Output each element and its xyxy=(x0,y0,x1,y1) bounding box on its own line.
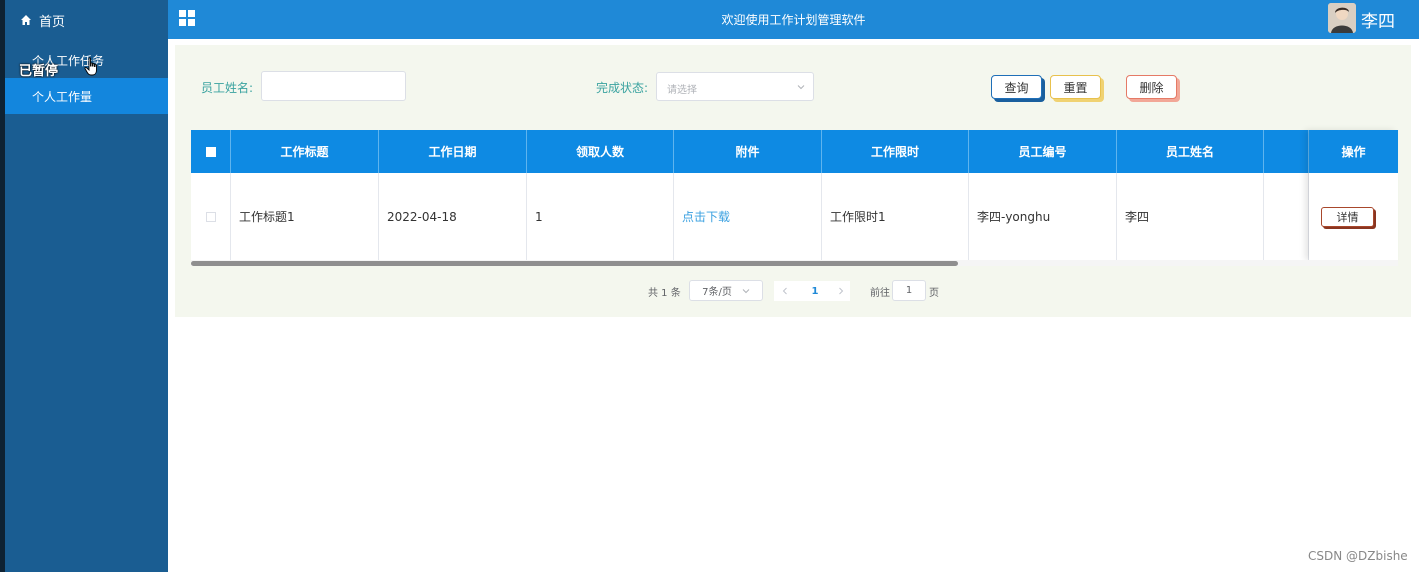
column-header[interactable] xyxy=(1264,130,1309,173)
current-page-button[interactable]: 1 xyxy=(807,281,823,301)
app-title: 欢迎使用工作计划管理软件 xyxy=(721,13,866,27)
goto-label: 前往 xyxy=(870,288,890,299)
table-cell: 2022-04-18 xyxy=(379,173,527,260)
employee-name-input[interactable] xyxy=(261,71,406,101)
sidebar-item-personal-workload[interactable]: 个人工作量 xyxy=(5,78,168,114)
table-cell: 工作标题1 xyxy=(231,173,379,260)
select-all-cell[interactable] xyxy=(191,130,231,173)
avatar[interactable] xyxy=(1328,3,1356,33)
horizontal-scrollbar-thumb[interactable] xyxy=(191,261,958,266)
table-header: 工作标题 工作日期 领取人数 附件 工作限时 员工编号 员工姓名 xyxy=(191,130,1398,173)
query-button[interactable]: 查询 xyxy=(991,75,1042,99)
column-header-actions: 操作 xyxy=(1309,130,1398,173)
top-bar: 欢迎使用工作计划管理软件 李四 xyxy=(168,0,1419,39)
home-icon xyxy=(21,15,31,25)
paused-overlay: 已暂停 xyxy=(19,64,59,79)
attachment-cell: 点击下载 xyxy=(674,173,822,260)
row-select-cell[interactable] xyxy=(191,173,231,260)
column-header[interactable]: 员工姓名 xyxy=(1117,130,1264,173)
column-header[interactable]: 员工编号 xyxy=(969,130,1117,173)
chevron-down-icon xyxy=(797,85,805,90)
page-size-select[interactable]: 7条/页 xyxy=(689,280,763,301)
fixed-action-column: 操作 详情 xyxy=(1309,130,1398,260)
table-cell xyxy=(1264,173,1309,260)
page-suffix: 页 xyxy=(929,288,939,299)
row-checkbox[interactable] xyxy=(205,211,216,222)
sidebar: 首页 个人工作任务 个人工作量 xyxy=(5,0,168,572)
detail-button[interactable]: 详情 xyxy=(1321,207,1374,227)
sidebar-item-label: 个人工作量 xyxy=(32,89,93,104)
delete-button[interactable]: 删除 xyxy=(1126,75,1177,99)
table-cell: 李四 xyxy=(1117,173,1264,260)
column-header[interactable]: 附件 xyxy=(674,130,822,173)
prev-page-icon[interactable] xyxy=(781,287,789,295)
column-header[interactable]: 领取人数 xyxy=(527,130,674,173)
column-header[interactable]: 工作限时 xyxy=(822,130,969,173)
next-page-icon[interactable] xyxy=(837,287,845,295)
user-name[interactable]: 李四 xyxy=(1361,7,1395,32)
sidebar-home-label: 首页 xyxy=(39,14,66,30)
page-size-value: 7条/页 xyxy=(702,287,732,298)
table-cell: 工作限时1 xyxy=(822,173,969,260)
column-header[interactable]: 工作日期 xyxy=(379,130,527,173)
hand-cursor-icon xyxy=(84,57,97,76)
watermark: CSDN @DZbishe xyxy=(1308,549,1408,563)
status-select[interactable]: 请选择 xyxy=(656,72,814,101)
select-all-checkbox[interactable] xyxy=(205,146,216,157)
table-cell: 李四-yonghu xyxy=(969,173,1117,260)
sidebar-item-home[interactable]: 首页 xyxy=(5,0,168,40)
action-cell: 详情 xyxy=(1309,173,1398,260)
app-root: 首页 个人工作任务 个人工作量 已暂停 欢迎使用工作计划管理软件 李四 员工姓名… xyxy=(0,0,1419,572)
table-cell: 1 xyxy=(527,173,674,260)
data-table: 工作标题 工作日期 领取人数 附件 工作限时 员工编号 员工姓名 工作标题1 2… xyxy=(191,130,1398,266)
download-link[interactable]: 点击下载 xyxy=(682,208,730,225)
main-panel: 员工姓名: 完成状态: 请选择 查询 重置 删除 工作标题 工作日期 领取人数 … xyxy=(175,45,1411,317)
employee-name-label: 员工姓名: xyxy=(201,81,254,95)
user-avatar-icon xyxy=(1328,3,1356,33)
goto-page-input[interactable]: 1 xyxy=(892,280,926,301)
column-header[interactable]: 工作标题 xyxy=(231,130,379,173)
status-label: 完成状态: xyxy=(596,81,649,95)
pagination-total: 共 1 条 xyxy=(648,288,681,299)
reset-button[interactable]: 重置 xyxy=(1050,75,1101,99)
status-select-placeholder: 请选择 xyxy=(667,85,697,96)
chevron-down-icon xyxy=(742,288,750,293)
